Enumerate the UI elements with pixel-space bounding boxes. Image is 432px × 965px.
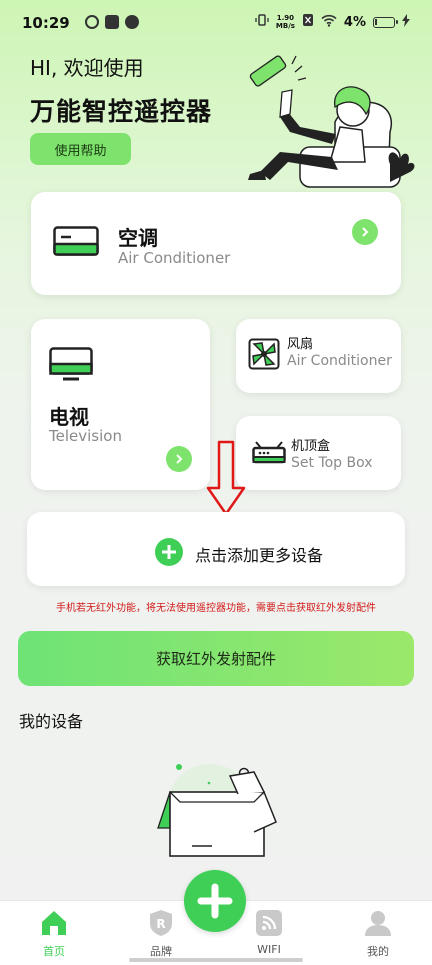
status-right: 1.90 MB/s 4% (255, 13, 410, 31)
tab-profile-label: 我的 (367, 945, 389, 958)
stb-subtitle: Set Top Box (291, 455, 373, 471)
fan-subtitle: Air Conditioner (287, 353, 392, 369)
add-device-fab[interactable] (184, 870, 246, 932)
home-indicator[interactable] (129, 958, 303, 962)
tv-icon (49, 347, 93, 385)
down-arrow-annotation-icon (205, 440, 247, 522)
status-time: 10:29 (22, 14, 70, 32)
add-icon (155, 538, 183, 570)
person-with-remote-illustration (240, 52, 420, 198)
fan-device-card[interactable]: 风扇 Air Conditioner (236, 319, 401, 393)
tv-device-card[interactable]: 电视 Television (31, 319, 210, 490)
my-devices-title: 我的设备 (19, 712, 84, 731)
notification-icons (85, 15, 139, 29)
ac-title: 空调 (118, 226, 158, 250)
notification-store-icon (105, 15, 119, 29)
ac-icon (53, 226, 99, 260)
tv-subtitle: Television (49, 427, 122, 445)
fan-icon (248, 338, 280, 374)
tv-arrow-icon[interactable] (166, 446, 192, 472)
infrared-warning-text: 手机若无红外功能，将无法使用遥控器功能，需要点击获取红外发射配件 (56, 603, 376, 614)
empty-box-illustration (150, 760, 280, 864)
fan-title: 风扇 (287, 337, 314, 352)
stb-title: 机顶盒 (291, 439, 331, 454)
tab-wifi[interactable]: WIFI (239, 909, 299, 956)
tab-wifi-label: WIFI (257, 943, 281, 956)
vibrate-icon (255, 13, 269, 31)
add-device-card[interactable]: 点击添加更多设备 (27, 512, 405, 586)
home-icon (40, 909, 68, 937)
brand-icon: R (147, 909, 175, 937)
plus-icon (197, 883, 233, 919)
ac-arrow-icon[interactable] (352, 219, 378, 245)
help-button[interactable]: 使用帮助 (30, 133, 131, 165)
stb-device-card[interactable]: 机顶盒 Set Top Box (236, 416, 401, 490)
tab-home[interactable]: 首页 (24, 909, 84, 959)
sim-off-icon (302, 13, 314, 31)
add-device-label: 点击添加更多设备 (195, 546, 324, 565)
notification-app-icon (85, 15, 99, 29)
charging-icon (402, 13, 410, 31)
app-title: 万能智控遥控器 (30, 97, 213, 126)
net-speed-value: 1.90 (276, 14, 295, 22)
tv-title: 电视 (49, 405, 89, 429)
net-speed-unit: MB/s (275, 22, 295, 30)
wifi-signal-icon (321, 14, 337, 31)
get-ir-accessory-button[interactable]: 获取红外发射配件 (18, 631, 414, 686)
tab-brand-label: 品牌 (150, 945, 172, 958)
ac-subtitle: Air Conditioner (118, 249, 231, 267)
tab-home-label: 首页 (43, 945, 65, 958)
notification-settings-icon (125, 15, 139, 29)
battery-percent: 4% (343, 14, 366, 30)
tab-profile[interactable]: 我的 (348, 909, 408, 959)
net-speed: 1.90 MB/s (276, 14, 295, 30)
ac-device-card[interactable]: 空调 Air Conditioner (31, 192, 401, 295)
profile-icon (364, 909, 392, 937)
greeting-text: HI, 欢迎使用 (30, 56, 144, 80)
wifi-icon (255, 909, 283, 937)
svg-text:R: R (156, 917, 165, 931)
tab-brand[interactable]: R 品牌 (131, 909, 191, 959)
set-top-box-icon (252, 440, 286, 470)
battery-icon (373, 16, 398, 28)
